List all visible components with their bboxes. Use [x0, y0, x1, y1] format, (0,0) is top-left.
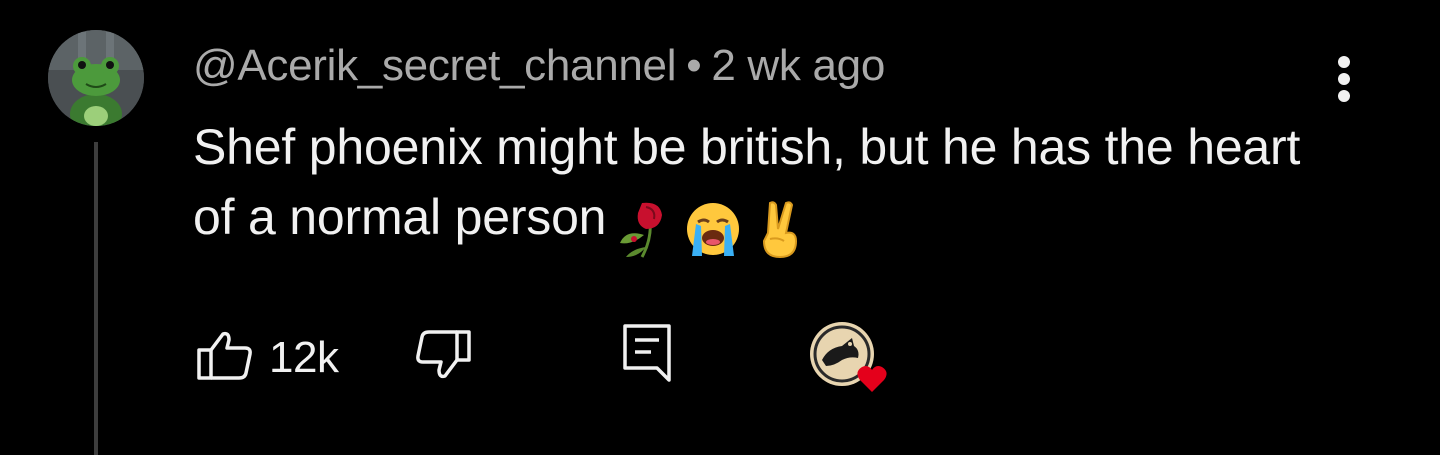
- more-options-dot: [1338, 56, 1350, 68]
- more-options-dot: [1338, 73, 1350, 85]
- meta-separator: •: [686, 41, 702, 90]
- reply-thread-line: [94, 142, 98, 455]
- comment-header: @Acerik_secret_channel • 2 wk ago: [193, 40, 885, 92]
- comment-actions: 12k: [193, 318, 953, 392]
- reply-button[interactable]: [621, 322, 673, 389]
- creator-heart-icon: [810, 322, 887, 392]
- author-avatar[interactable]: [48, 30, 144, 126]
- thumbs-down-icon: [416, 330, 471, 379]
- reply-comment-icon: [623, 324, 671, 382]
- wilted-rose-icon: [620, 202, 663, 258]
- thumbs-up-icon: [197, 331, 252, 380]
- more-options-button[interactable]: [1322, 52, 1366, 106]
- comment-item: @Acerik_secret_channel • 2 wk ago Shef pho…: [0, 0, 1440, 455]
- comment-body: Shef phoenix might be british, but he ha…: [193, 112, 1323, 260]
- comment-emojis: [612, 190, 820, 260]
- author-handle[interactable]: @Acerik_secret_channel: [193, 41, 677, 90]
- like-button[interactable]: [195, 330, 253, 385]
- more-options-dot: [1338, 90, 1350, 102]
- dislike-button[interactable]: [415, 330, 473, 385]
- loudly-crying-face-icon: [687, 202, 740, 256]
- like-count: 12k: [269, 333, 339, 382]
- creator-heart-badge: [808, 320, 898, 405]
- frog-avatar-image: [48, 30, 144, 126]
- victory-hand-icon: [763, 201, 798, 258]
- comment-timestamp: 2 wk ago: [711, 41, 886, 90]
